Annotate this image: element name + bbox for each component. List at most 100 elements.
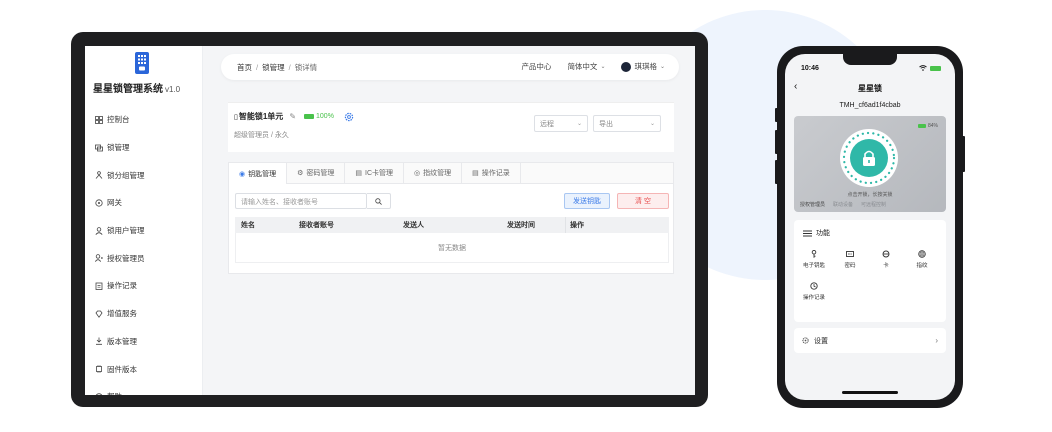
tablet-frame: 星星锁管理系统 v1.0 控制台 锁管理 锁分组管理 网关 锁用户管理 授权管理…	[71, 32, 708, 407]
record-icon	[95, 282, 103, 290]
edit-icon[interactable]: ✎	[289, 112, 296, 121]
tab-label: 操作记录	[481, 170, 510, 177]
chevron-down-icon: ⌄	[649, 121, 655, 127]
phone-side-button	[775, 108, 778, 122]
card-icon	[882, 250, 890, 258]
sidebar-item-value-added[interactable]: 增值服务	[85, 300, 203, 328]
phone-lock-icon: ▯	[234, 113, 238, 121]
password-icon	[846, 251, 854, 257]
tab-fingerprint-management[interactable]: ◎ 指纹管理	[404, 163, 463, 183]
column-sender: 发送人	[403, 222, 424, 229]
group-icon	[95, 171, 103, 179]
username: 琪琪格	[634, 62, 657, 71]
breadcrumb-current: 锁详情	[294, 63, 318, 72]
breadcrumb-lock-management[interactable]: 锁管理	[262, 63, 285, 72]
search-button[interactable]	[367, 193, 391, 209]
authorized-admin-label: 授权管理员	[800, 202, 826, 208]
sidebar-item-lock-management[interactable]: 锁管理	[85, 134, 203, 162]
sidebar-menu: 控制台 锁管理 锁分组管理 网关 锁用户管理 授权管理员 操作记录 增值服务 版…	[85, 106, 203, 395]
sidebar-item-label: 锁分组管理	[107, 170, 145, 180]
unlock-panel-footer: 授权管理员 联动设备 可远程控制	[800, 201, 894, 208]
tab-key-management[interactable]: ◉ 钥匙管理	[229, 163, 288, 184]
user-icon	[95, 226, 103, 235]
unlock-button[interactable]	[840, 129, 898, 187]
language-selector[interactable]: 简体中文 ⌄	[567, 61, 605, 72]
password-icon: ⚙	[297, 170, 304, 177]
linked-device-label: 联动设备	[833, 202, 854, 208]
table-header: 姓名 接收者账号 发送人 发送时间 操作	[235, 217, 669, 233]
system-title: 星星锁管理系统 v1.0	[93, 80, 203, 95]
function-card[interactable]: 卡	[870, 250, 902, 269]
gear-icon[interactable]	[344, 112, 354, 122]
battery-level: 100%	[316, 113, 334, 120]
function-electronic-key[interactable]: 电子钥匙	[798, 250, 830, 269]
padlock-icon	[863, 150, 875, 166]
search-input[interactable]: 请输入姓名、接收者账号	[235, 193, 367, 209]
gateway-icon	[95, 199, 103, 207]
functions-card: 功能 电子钥匙 密码 卡 指纹 操作记录	[794, 220, 946, 322]
top-bar: 首页 / 锁管理 / 锁详情 产品中心 简体中文 ⌄ 琪琪格 ⌄	[221, 54, 679, 80]
column-receiver-account: 接收者账号	[299, 222, 334, 229]
sidebar-item-label: 网关	[107, 198, 122, 208]
chevron-down-icon: ⌄	[659, 64, 665, 70]
user-menu[interactable]: 琪琪格 ⌄	[621, 61, 665, 72]
sidebar-item-dashboard[interactable]: 控制台	[85, 106, 203, 134]
function-label: 操作记录	[802, 295, 825, 301]
help-icon	[95, 393, 103, 395]
tab-operation-records[interactable]: ▤ 操作记录	[462, 163, 521, 183]
export-select[interactable]: 导出 ⌄	[593, 115, 661, 132]
battery-icon	[917, 124, 926, 128]
tab-label: 密码管理	[306, 170, 335, 177]
remote-control-label: 可远程控制	[861, 202, 887, 208]
sidebar-item-label: 固件版本	[107, 364, 137, 374]
card-icon: ▤	[355, 170, 363, 177]
sidebar-item-version-management[interactable]: 版本管理	[85, 328, 203, 356]
tab-password-management[interactable]: ⚙ 密码管理	[287, 163, 346, 183]
breadcrumb: 首页 / 锁管理 / 锁详情	[237, 63, 318, 72]
wifi-icon	[919, 65, 927, 71]
remote-select[interactable]: 远程 ⌄	[534, 115, 588, 132]
chevron-down-icon: ⌄	[600, 64, 606, 70]
clear-button[interactable]: 清 空	[617, 193, 669, 209]
empty-state: 暂无数据	[235, 233, 669, 263]
function-password[interactable]: 密码	[834, 250, 866, 269]
function-operation-records[interactable]: 操作记录	[798, 282, 830, 301]
header-actions: 产品中心 简体中文 ⌄ 琪琪格 ⌄	[505, 61, 665, 72]
function-fingerprint[interactable]: 指纹	[906, 250, 938, 269]
gear-icon	[802, 337, 809, 344]
management-tabs-card: ◉ 钥匙管理 ⚙ 密码管理 ▤ IC卡管理 ◎ 指纹管理 ▤ 操作记录 请输入姓名、接收者…	[228, 162, 674, 274]
door-lock-logo-icon	[135, 52, 149, 74]
avatar	[621, 61, 632, 72]
system-version: v1.0	[165, 85, 181, 94]
sidebar-item-lock-users[interactable]: 锁用户管理	[85, 217, 203, 245]
phone-notch	[843, 54, 897, 65]
sidebar-item-firmware-version[interactable]: 固件版本	[85, 355, 203, 383]
language-label: 简体中文	[567, 62, 598, 71]
phone-side-button	[775, 160, 778, 184]
breadcrumb-home[interactable]: 首页	[237, 63, 252, 72]
sidebar: 星星锁管理系统 v1.0 控制台 锁管理 锁分组管理 网关 锁用户管理 授权管理…	[85, 46, 203, 395]
lock-name: 智能锁1单元	[238, 112, 284, 121]
tab-label: 指纹管理	[423, 170, 452, 177]
column-send-time: 发送时间	[507, 222, 535, 229]
sidebar-item-lock-groups[interactable]: 锁分组管理	[85, 161, 203, 189]
sidebar-item-operation-records[interactable]: 操作记录	[85, 272, 203, 300]
lock-title-row: ▯ 智能锁1单元 ✎ 100%	[234, 111, 354, 122]
tab-ic-card-management[interactable]: ▤ IC卡管理	[345, 163, 405, 183]
product-center-link[interactable]: 产品中心	[521, 61, 551, 72]
lock-circle	[850, 139, 888, 177]
settings-row[interactable]: 设置 ›	[794, 328, 946, 353]
tablet-screen: 星星锁管理系统 v1.0 控制台 锁管理 锁分组管理 网关 锁用户管理 授权管理…	[85, 46, 695, 395]
sidebar-item-label: 锁管理	[107, 143, 130, 153]
function-label: 卡	[883, 263, 889, 269]
column-name: 姓名	[241, 222, 255, 229]
sidebar-item-gateway[interactable]: 网关	[85, 189, 203, 217]
sidebar-item-help[interactable]: 帮助	[85, 383, 203, 395]
phone-screen: 10:46 ‹ 星星锁 TMH_cf6ad1f4cbab 84% 点击开锁，长按…	[785, 54, 955, 400]
send-key-button[interactable]: 发送钥匙	[564, 193, 610, 209]
export-select-value: 导出	[599, 120, 613, 128]
lock-battery-level: 84%	[927, 123, 938, 129]
function-label: 指纹	[916, 263, 928, 269]
sidebar-item-authorized-admins[interactable]: 授权管理员	[85, 244, 203, 272]
settings-label: 设置	[814, 337, 828, 345]
